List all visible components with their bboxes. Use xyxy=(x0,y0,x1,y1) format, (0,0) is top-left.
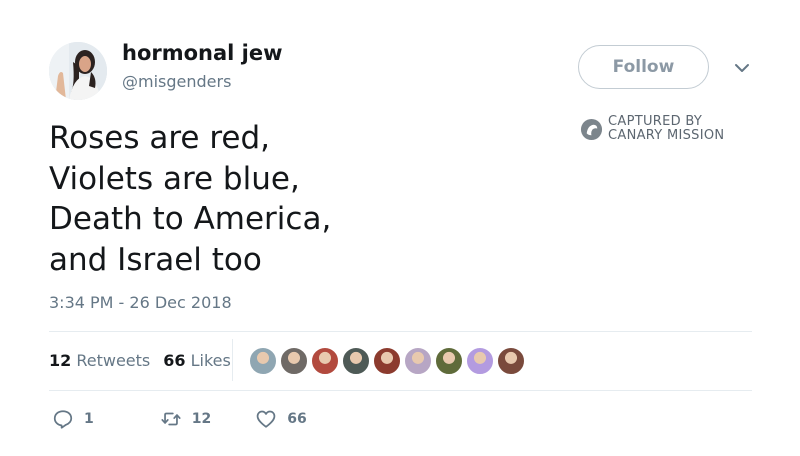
liker-avatar[interactable] xyxy=(341,346,371,376)
retweet-icon xyxy=(161,412,181,426)
tweet-stats: 12 Retweets 66 Likes xyxy=(49,351,231,370)
divider xyxy=(49,390,752,391)
stats-separator xyxy=(232,339,233,381)
follow-button[interactable]: Follow xyxy=(578,45,709,89)
heart-icon xyxy=(256,410,276,428)
like-button[interactable]: 66 xyxy=(255,408,307,430)
liker-avatar[interactable] xyxy=(248,346,278,376)
chevron-down-icon[interactable] xyxy=(733,61,751,75)
tweet-text-line: and Israel too xyxy=(49,241,262,278)
reply-button[interactable]: 1 xyxy=(52,408,94,430)
tweet-actions: 1 12 66 xyxy=(52,408,307,430)
liker-avatar[interactable] xyxy=(279,346,309,376)
liker-avatar[interactable] xyxy=(372,346,402,376)
like-count: 66 xyxy=(287,411,307,427)
retweets-stat[interactable]: 12 Retweets xyxy=(49,351,150,370)
canary-mission-logo-icon xyxy=(580,118,603,140)
reply-count: 1 xyxy=(84,411,94,427)
liker-avatar[interactable] xyxy=(465,346,495,376)
retweet-button[interactable]: 12 xyxy=(160,408,211,430)
liker-avatar[interactable] xyxy=(310,346,340,376)
author-avatar[interactable] xyxy=(49,42,107,100)
tweet-text: Roses are red, Violets are blue, Death t… xyxy=(49,118,331,280)
tweet-text-line: Violets are blue, xyxy=(49,160,300,197)
divider xyxy=(49,331,752,332)
tweet-text-line: Death to America, xyxy=(49,201,332,237)
retweets-count: 12 xyxy=(49,351,72,370)
liker-avatar[interactable] xyxy=(403,346,433,376)
liker-avatar[interactable] xyxy=(496,346,526,376)
likes-stat[interactable]: 66 Likes xyxy=(163,351,231,370)
watermark-line-2: CANARY MISSION xyxy=(608,128,725,143)
likes-label: Likes xyxy=(190,351,231,370)
likes-count: 66 xyxy=(163,351,186,370)
liker-avatars xyxy=(248,346,527,376)
watermark-line-1: CAPTURED BY xyxy=(608,114,703,129)
retweets-label: Retweets xyxy=(76,351,151,370)
liker-avatar[interactable] xyxy=(434,346,464,376)
retweet-count: 12 xyxy=(191,411,212,427)
display-name[interactable]: hormonal jew xyxy=(122,41,283,65)
tweet-timestamp[interactable]: 3:34 PM - 26 Dec 2018 xyxy=(49,293,232,312)
reply-icon xyxy=(53,410,73,429)
tweet-text-line: Roses are red, xyxy=(49,120,270,156)
watermark-captured-by: CAPTURED BY CANARY MISSION xyxy=(580,115,724,143)
username-handle[interactable]: @misgenders xyxy=(122,72,231,91)
